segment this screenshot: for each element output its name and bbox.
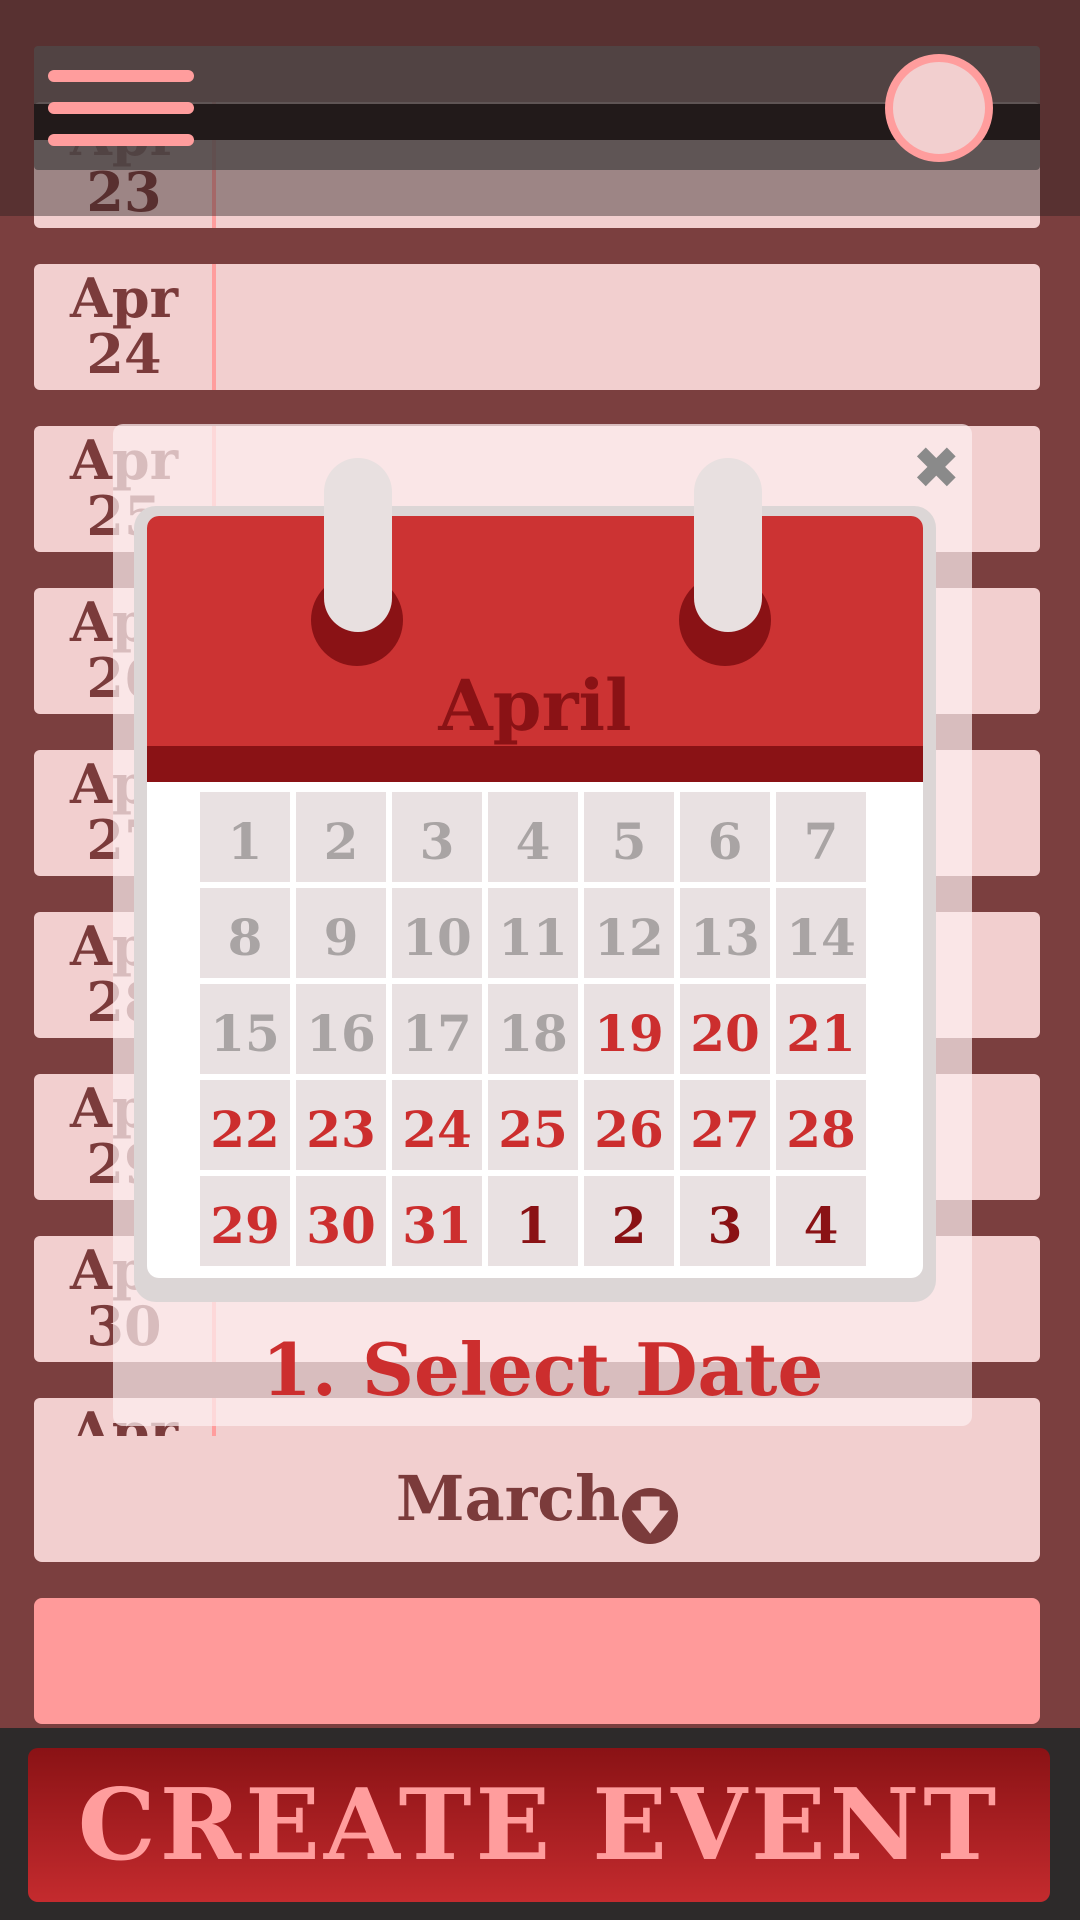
calendar-day-cell: 1 — [488, 1176, 578, 1266]
schedule-day-label: Apr 24 — [34, 264, 214, 390]
month-selector-label: March — [395, 1462, 621, 1535]
calendar-day-cell[interactable]: 30 — [296, 1176, 386, 1266]
create-event-button[interactable]: CREATE EVENT — [28, 1748, 1050, 1902]
schedule-day-row[interactable]: Apr 24 — [34, 264, 1040, 390]
calendar-day-cell: 15 — [200, 984, 290, 1074]
calendar-day-cell[interactable]: 21 — [776, 984, 866, 1074]
calendar-day-cell[interactable]: 20 — [680, 984, 770, 1074]
day-number: 24 — [86, 322, 162, 386]
calendar-day-cell: 1 — [200, 792, 290, 882]
calendar-day-cell[interactable]: 22 — [200, 1080, 290, 1170]
close-icon[interactable]: ✖ — [912, 439, 961, 497]
calendar-day-cell: 2 — [296, 792, 386, 882]
calendar-day-cell: 3 — [680, 1176, 770, 1266]
calendar-day-cell: 4 — [488, 792, 578, 882]
calendar-day-cell[interactable]: 25 — [488, 1080, 578, 1170]
calendar-day-cell: 16 — [296, 984, 386, 1074]
empty-event-slot[interactable] — [34, 1598, 1040, 1724]
calendar-day-cell[interactable]: 31 — [392, 1176, 482, 1266]
calendar-day-cell: 14 — [776, 888, 866, 978]
hamburger-line — [48, 70, 194, 82]
calendar-day-cell[interactable]: 24 — [392, 1080, 482, 1170]
calendar-day-cell: 8 — [200, 888, 290, 978]
hamburger-menu-icon[interactable] — [48, 66, 198, 150]
month-selector-button[interactable]: March 🡇 — [34, 1436, 1040, 1562]
binder-ring-left — [324, 458, 392, 632]
calendar-day-cell: 9 — [296, 888, 386, 978]
calendar-month-title: April — [438, 664, 632, 747]
hamburger-line — [48, 134, 194, 146]
calendar-day-cell: 12 — [584, 888, 674, 978]
calendar-day-cell[interactable]: 19 — [584, 984, 674, 1074]
timeline-divider — [212, 264, 216, 390]
hamburger-line — [48, 102, 194, 114]
calendar-day-cell: 5 — [584, 792, 674, 882]
calendar-day-cell: 2 — [584, 1176, 674, 1266]
calendar-day-cell: 17 — [392, 984, 482, 1074]
calendar-day-cell: 6 — [680, 792, 770, 882]
calendar-day-cell: 7 — [776, 792, 866, 882]
profile-circle-icon[interactable] — [885, 54, 993, 162]
day-month: Apr — [69, 266, 179, 330]
calendar-day-cell[interactable]: 27 — [680, 1080, 770, 1170]
calendar-day-cell: 10 — [392, 888, 482, 978]
calendar-card: April 1 2 3 4 5 6 7 8 9 10 11 12 13 14 15 16 17 18 19 20 21 2… — [147, 516, 923, 1278]
calendar-day-cell: 3 — [392, 792, 482, 882]
step-title: 1. Select Date — [261, 1327, 824, 1412]
calendar-day-cell[interactable]: 28 — [776, 1080, 866, 1170]
arrow-down-circle-icon: 🡇 — [622, 1487, 679, 1544]
calendar-header-band — [147, 746, 923, 782]
calendar-day-cell: 13 — [680, 888, 770, 978]
calendar-day-cell: 18 — [488, 984, 578, 1074]
calendar-day-cell[interactable]: 23 — [296, 1080, 386, 1170]
calendar-day-cell: 4 — [776, 1176, 866, 1266]
calendar-day-cell[interactable]: 26 — [584, 1080, 674, 1170]
binder-ring-right — [694, 458, 762, 632]
calendar-day-cell: 11 — [488, 888, 578, 978]
calendar-day-cell[interactable]: 29 — [200, 1176, 290, 1266]
